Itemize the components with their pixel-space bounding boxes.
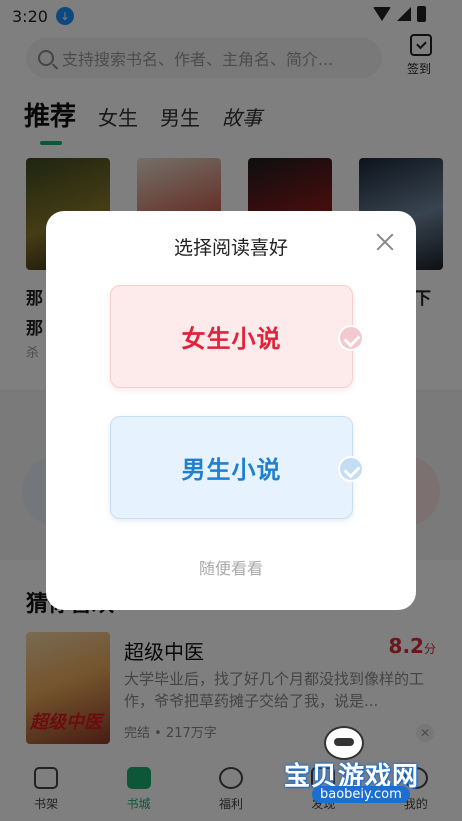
option-label: 男生小说 (181, 456, 282, 484)
check-icon (338, 325, 364, 351)
watermark-url: baobeiy.com (312, 786, 410, 803)
watermark-logo: 宝贝游戏网 baobeiy.com (284, 726, 436, 806)
dialog-title: 选择阅读喜好 (173, 237, 288, 259)
check-icon (338, 456, 364, 482)
close-icon[interactable] (374, 231, 396, 253)
female-novel-option[interactable]: 女生小说 (110, 285, 364, 388)
gamepad-mascot-icon (324, 726, 364, 760)
preference-dialog: 选择阅读喜好 女生小说 男生小说 随便看看 (46, 211, 416, 610)
male-novel-option[interactable]: 男生小说 (110, 416, 364, 519)
option-label: 女生小说 (181, 325, 282, 353)
skip-link[interactable]: 随便看看 (46, 555, 416, 579)
